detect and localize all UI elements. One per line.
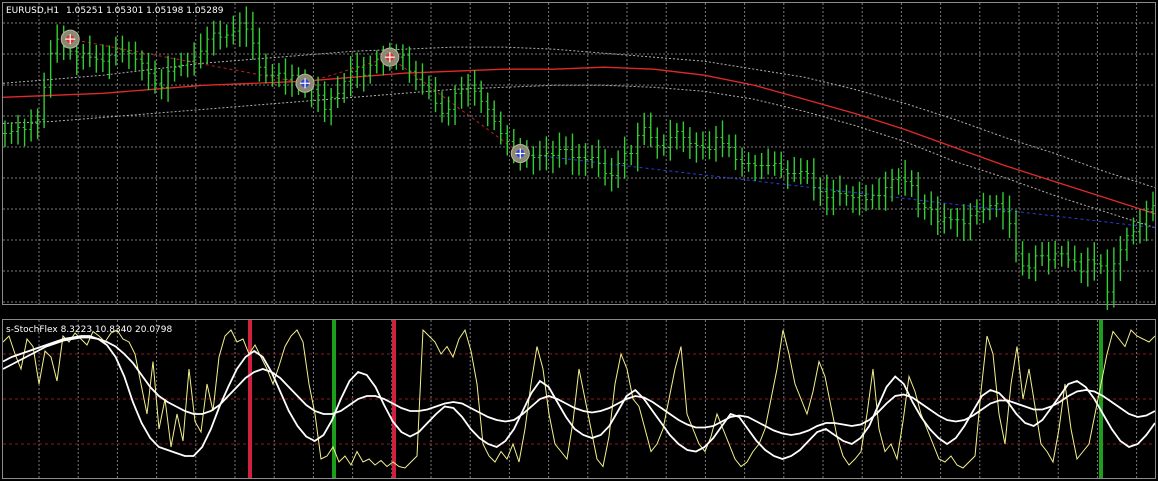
sell-signal-icon[interactable] — [380, 47, 400, 67]
price-chart[interactable]: EURUSD,H1 1.05251 1.05301 1.05198 1.0528… — [0, 0, 1158, 312]
buy-signal-icon[interactable] — [295, 73, 315, 93]
stochastic-chart[interactable]: s-StochFlex 8.3223 10.8340 20.0798 — [0, 317, 1158, 481]
chart-window: EURUSD,H1 1.05251 1.05301 1.05198 1.0528… — [0, 0, 1158, 481]
symbol-label: EURUSD,H1 — [6, 6, 59, 16]
buy-signal-bar — [1099, 320, 1103, 478]
sell-signal-bar — [392, 320, 396, 478]
ohlc-label: 1.05251 1.05301 1.05198 1.05289 — [66, 6, 224, 16]
buy-signal-icon[interactable] — [510, 144, 530, 163]
indicator-label: s-StochFlex 8.3223 10.8340 20.0798 — [6, 325, 173, 335]
sell-signal-icon[interactable] — [60, 29, 80, 49]
sell-signal-bar — [248, 320, 252, 478]
